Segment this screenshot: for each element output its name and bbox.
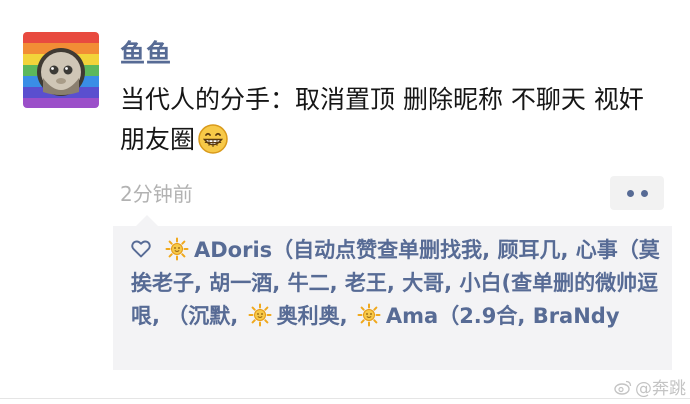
liker-name[interactable]: Ama（2.9合,: [386, 304, 533, 328]
post-content: 当代人的分手：取消置顶 删除昵称 不聊天 视奸朋友圈: [120, 80, 665, 160]
liker-name[interactable]: 老王,: [345, 271, 402, 295]
avatar-image: [23, 32, 99, 108]
sun-emoji-icon: [357, 303, 381, 327]
liker-name[interactable]: 胡一酒,: [209, 271, 287, 295]
liker-name[interactable]: 牛二,: [288, 271, 345, 295]
likes-panel: ADoris（自动点赞查单删找我, 顾耳几, 心事（莫挨老子, 胡一酒, 牛二,…: [113, 226, 672, 370]
liker-name[interactable]: （沉默,: [167, 304, 245, 328]
likes-list: ADoris（自动点赞查单删找我, 顾耳几, 心事（莫挨老子, 胡一酒, 牛二,…: [131, 234, 666, 333]
more-actions-button[interactable]: [610, 176, 664, 210]
avatar[interactable]: [23, 32, 99, 108]
liker-name[interactable]: 顾耳几,: [497, 238, 575, 262]
weibo-logo-icon: [614, 379, 632, 395]
post-timestamp: 2分钟前: [120, 182, 193, 206]
watermark-text: @奔跳: [635, 379, 686, 399]
likes-panel-arrow: [136, 215, 158, 226]
watermark: @奔跳: [614, 374, 686, 399]
more-dot-icon: [626, 189, 634, 197]
post-username[interactable]: 鱼鱼: [120, 34, 172, 70]
liker-name[interactable]: ADoris（自动点赞查单删找我,: [194, 238, 497, 262]
heart-outline-icon: [131, 240, 151, 258]
bottom-divider: [0, 398, 690, 399]
sun-emoji-icon: [248, 303, 272, 327]
liker-name[interactable]: 大哥,: [402, 271, 459, 295]
more-dot-icon: [640, 189, 648, 197]
grinning-face-emoji-icon: [197, 123, 229, 155]
liker-name[interactable]: 奥利奥,: [277, 304, 355, 328]
liker-name[interactable]: BraNdy: [533, 304, 620, 328]
sun-emoji-icon: [165, 237, 189, 261]
